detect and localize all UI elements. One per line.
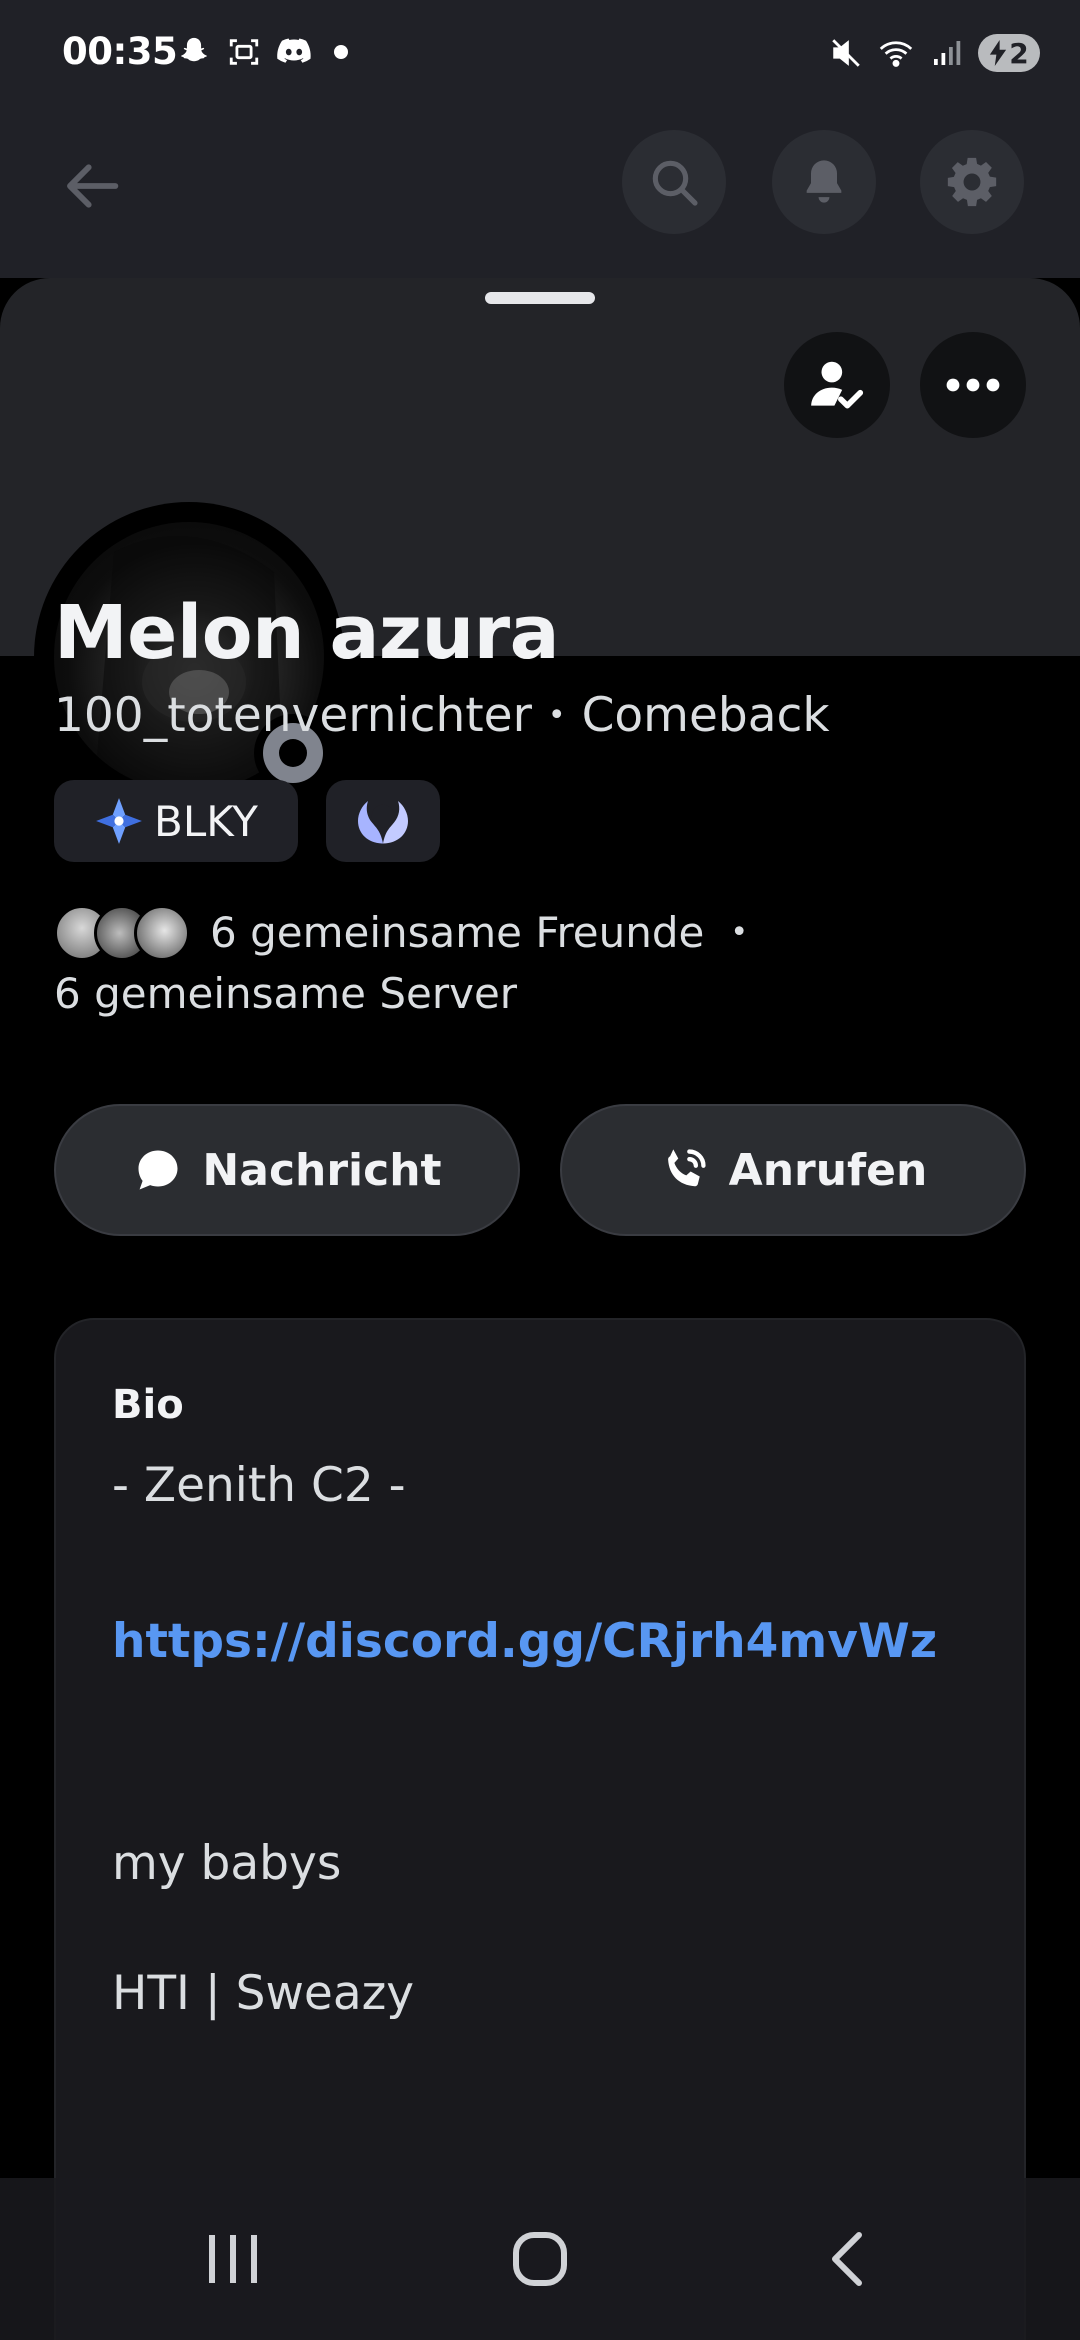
app-bar — [0, 108, 1080, 278]
bio-line: my babys — [112, 1836, 342, 1891]
discord-icon — [276, 34, 312, 70]
search-icon — [652, 160, 698, 206]
mutual-info: 6 gemeinsame Freunde • 6 gemeinsame Serv… — [54, 902, 1034, 1024]
friend-status-button[interactable] — [784, 332, 890, 438]
chevron-left-icon — [831, 2232, 862, 2286]
clan-tag-label: BLKY — [154, 796, 258, 846]
mutual-friend-avatars[interactable] — [54, 904, 190, 961]
friend-check-icon — [811, 361, 864, 409]
back-arrow-icon — [67, 164, 119, 208]
bio-line: HTI | Sweazy — [112, 1966, 415, 2021]
system-navigation-bar — [0, 2178, 1080, 2340]
call-button-label: Anrufen — [728, 1144, 928, 1196]
screenshot-icon — [226, 34, 262, 70]
notifications-button[interactable] — [772, 130, 876, 234]
settings-button[interactable] — [920, 130, 1024, 234]
signal-icon — [928, 35, 964, 71]
battery-level: 2 — [1009, 36, 1029, 70]
more-notifications-dot — [334, 45, 348, 59]
mutual-servers-link[interactable]: 6 gemeinsame Server — [54, 963, 1034, 1024]
status-time: 00:35 — [62, 30, 178, 73]
chat-bubble-icon — [138, 1150, 178, 1190]
mutual-friends-link[interactable]: 6 gemeinsame Freunde — [210, 902, 704, 963]
back-button[interactable] — [56, 148, 132, 224]
home-button[interactable] — [470, 2209, 610, 2309]
display-name: Melon azura — [54, 590, 560, 676]
mute-vibrate-icon — [828, 35, 864, 71]
wifi-icon — [878, 35, 914, 71]
snapchat-icon — [176, 34, 212, 70]
clan-badge-icon — [96, 798, 142, 844]
bell-icon — [806, 160, 842, 203]
recent-apps-icon — [209, 2235, 258, 2283]
call-button[interactable]: Anrufen — [560, 1104, 1026, 1236]
username-line: 100_totenvernichter • Comeback — [54, 688, 830, 743]
mutual-avatar — [134, 904, 190, 961]
profile-tags: BLKY — [54, 780, 440, 862]
search-button[interactable] — [622, 130, 726, 234]
clan-tag[interactable]: BLKY — [54, 780, 298, 862]
username[interactable]: 100_totenvernichter — [54, 688, 532, 743]
home-icon — [512, 2232, 567, 2286]
notification-icons — [176, 34, 348, 70]
sheet-drag-handle[interactable] — [485, 292, 595, 304]
message-button[interactable]: Nachricht — [54, 1104, 520, 1236]
separator: • — [547, 698, 566, 733]
status-bar: 00:35 2 — [0, 0, 1080, 108]
profile-actions: Nachricht Anrufen — [54, 1104, 1026, 1236]
phone-call-icon — [667, 1149, 706, 1187]
battery-icon: 2 — [978, 34, 1040, 72]
bio-line: - Zenith C2 - — [112, 1458, 406, 1513]
mutual-separator: • — [730, 915, 749, 950]
system-back-button[interactable] — [777, 2209, 917, 2309]
recent-apps-button[interactable] — [163, 2209, 303, 2309]
more-options-button[interactable] — [920, 332, 1026, 438]
bio-title: Bio — [112, 1382, 184, 1428]
gear-icon — [947, 157, 997, 207]
bio-invite-link[interactable]: https://discord.gg/CRjrh4mvWz — [112, 1614, 937, 1669]
message-button-label: Nachricht — [202, 1144, 442, 1196]
more-dots-icon — [946, 378, 1000, 392]
profile-badge[interactable] — [325, 780, 440, 862]
system-icons: 2 — [828, 34, 1040, 72]
pronouns: Comeback — [581, 688, 830, 743]
laurel-badge-icon — [357, 801, 408, 844]
